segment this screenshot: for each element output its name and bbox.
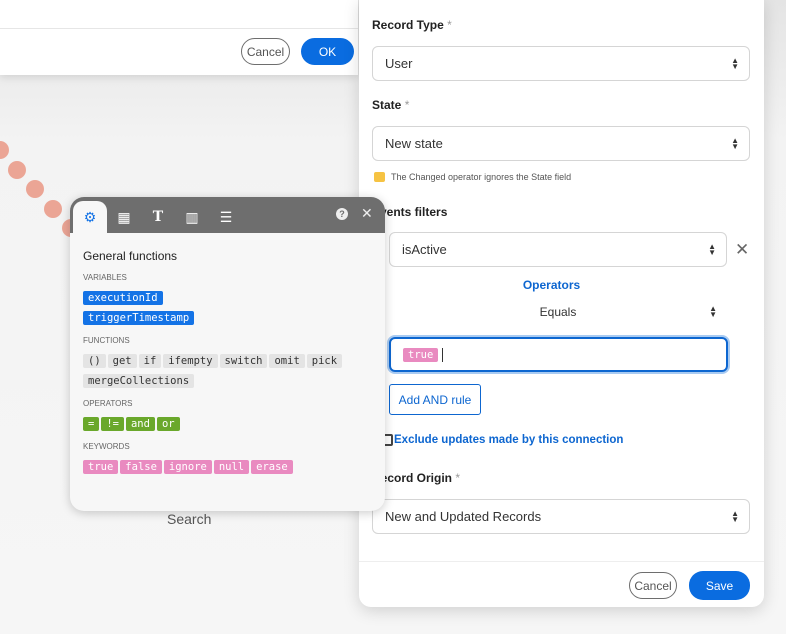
- search-label[interactable]: Search: [167, 511, 211, 527]
- section-label: FUNCTIONS: [83, 336, 130, 345]
- route-dot: [44, 200, 62, 218]
- state-note: The Changed operator ignores the State f…: [374, 172, 571, 182]
- operator-chip[interactable]: and: [125, 417, 155, 431]
- section-label: KEYWORDS: [83, 442, 130, 451]
- record-type-select[interactable]: User ▲ ▼: [372, 46, 750, 81]
- function-chip[interactable]: (): [83, 354, 106, 368]
- exclude-label[interactable]: Exclude updates made by this connection: [394, 434, 623, 446]
- add-and-rule-button[interactable]: Add AND rule: [389, 384, 481, 415]
- functions-popover: ⚙ ▦ T ▥ ☰ ? ✕ General functions VARIABLE…: [70, 197, 385, 511]
- tab-text[interactable]: T: [141, 201, 175, 233]
- cancel-button[interactable]: Cancel: [241, 38, 290, 65]
- top-dialog: Cancel OK: [0, 0, 358, 75]
- variable-chip[interactable]: triggerTimestamp: [83, 311, 195, 325]
- record-type-label: Record Type *: [372, 18, 452, 32]
- keyword-chip[interactable]: null: [213, 460, 250, 474]
- gears-icon: ⚙: [83, 208, 97, 225]
- record-origin-select[interactable]: New and Updated Records ▲ ▼: [372, 499, 750, 534]
- text-cursor: [442, 347, 444, 362]
- function-chip[interactable]: mergeCollections: [83, 374, 195, 388]
- route-dot: [8, 161, 26, 179]
- function-chip[interactable]: get: [107, 354, 137, 368]
- tab-general-functions[interactable]: ⚙: [73, 201, 107, 233]
- close-icon[interactable]: ✕: [361, 205, 373, 222]
- keyword-chip[interactable]: ignore: [163, 460, 212, 474]
- divider: [359, 561, 764, 562]
- popover-title: General functions: [83, 249, 178, 263]
- section-label: OPERATORS: [83, 399, 133, 408]
- function-chip[interactable]: pick: [306, 354, 343, 368]
- operator-chip[interactable]: or: [156, 417, 180, 431]
- help-icon[interactable]: ?: [336, 208, 348, 220]
- keyword-chip: true: [403, 347, 439, 362]
- filter-field-select[interactable]: isActive ▲ ▼: [389, 232, 727, 267]
- filter-value-input[interactable]: true: [389, 337, 728, 372]
- operator-chip[interactable]: !=: [101, 417, 124, 431]
- keyword-chip[interactable]: true: [83, 460, 119, 474]
- record-origin-label: Record Origin *: [372, 471, 461, 485]
- function-chip[interactable]: ifempty: [163, 354, 218, 368]
- divider: [0, 28, 358, 29]
- function-chip[interactable]: switch: [219, 354, 268, 368]
- function-chip[interactable]: omit: [269, 354, 305, 368]
- variable-chip[interactable]: executionId: [83, 291, 163, 305]
- calculator-icon: ▦: [117, 208, 131, 225]
- state-label: State *: [372, 98, 410, 112]
- operators-label: Operators: [522, 278, 581, 292]
- route-dot: [0, 141, 9, 159]
- route-dot: [26, 180, 44, 198]
- cancel-button[interactable]: Cancel: [629, 572, 677, 599]
- popover-toolbar: ⚙ ▦ T ▥ ☰ ? ✕: [70, 197, 385, 233]
- operator-select[interactable]: Equals ▲ ▼: [389, 298, 727, 326]
- table-icon: ☰: [219, 208, 233, 225]
- keyword-chip[interactable]: erase: [251, 460, 293, 474]
- section-label: VARIABLES: [83, 273, 127, 282]
- state-select[interactable]: New state ▲ ▼: [372, 126, 750, 161]
- settings-panel: Record Type * User ▲ ▼ State * New state ▲ ▼…: [359, 0, 764, 607]
- operator-chip[interactable]: =: [83, 417, 100, 431]
- chevron-updown-icon: ▲ ▼: [731, 55, 739, 71]
- tab-array[interactable]: ☰: [209, 201, 243, 233]
- tab-date[interactable]: ▥: [175, 201, 209, 233]
- chevron-updown-icon: ▲ ▼: [709, 304, 717, 319]
- remove-filter-icon[interactable]: ✕: [735, 240, 749, 260]
- chevron-updown-icon: ▲ ▼: [708, 241, 716, 257]
- tab-math[interactable]: ▦: [107, 201, 141, 233]
- function-chip[interactable]: if: [138, 354, 162, 368]
- save-button[interactable]: Save: [689, 571, 750, 600]
- chevron-updown-icon: ▲ ▼: [731, 508, 739, 524]
- ok-button[interactable]: OK: [301, 38, 354, 65]
- text-icon: T: [152, 209, 164, 225]
- comment-icon: [374, 172, 385, 182]
- calendar-icon: ▥: [185, 208, 199, 225]
- keyword-chip[interactable]: false: [120, 460, 162, 474]
- chevron-updown-icon: ▲ ▼: [731, 135, 739, 151]
